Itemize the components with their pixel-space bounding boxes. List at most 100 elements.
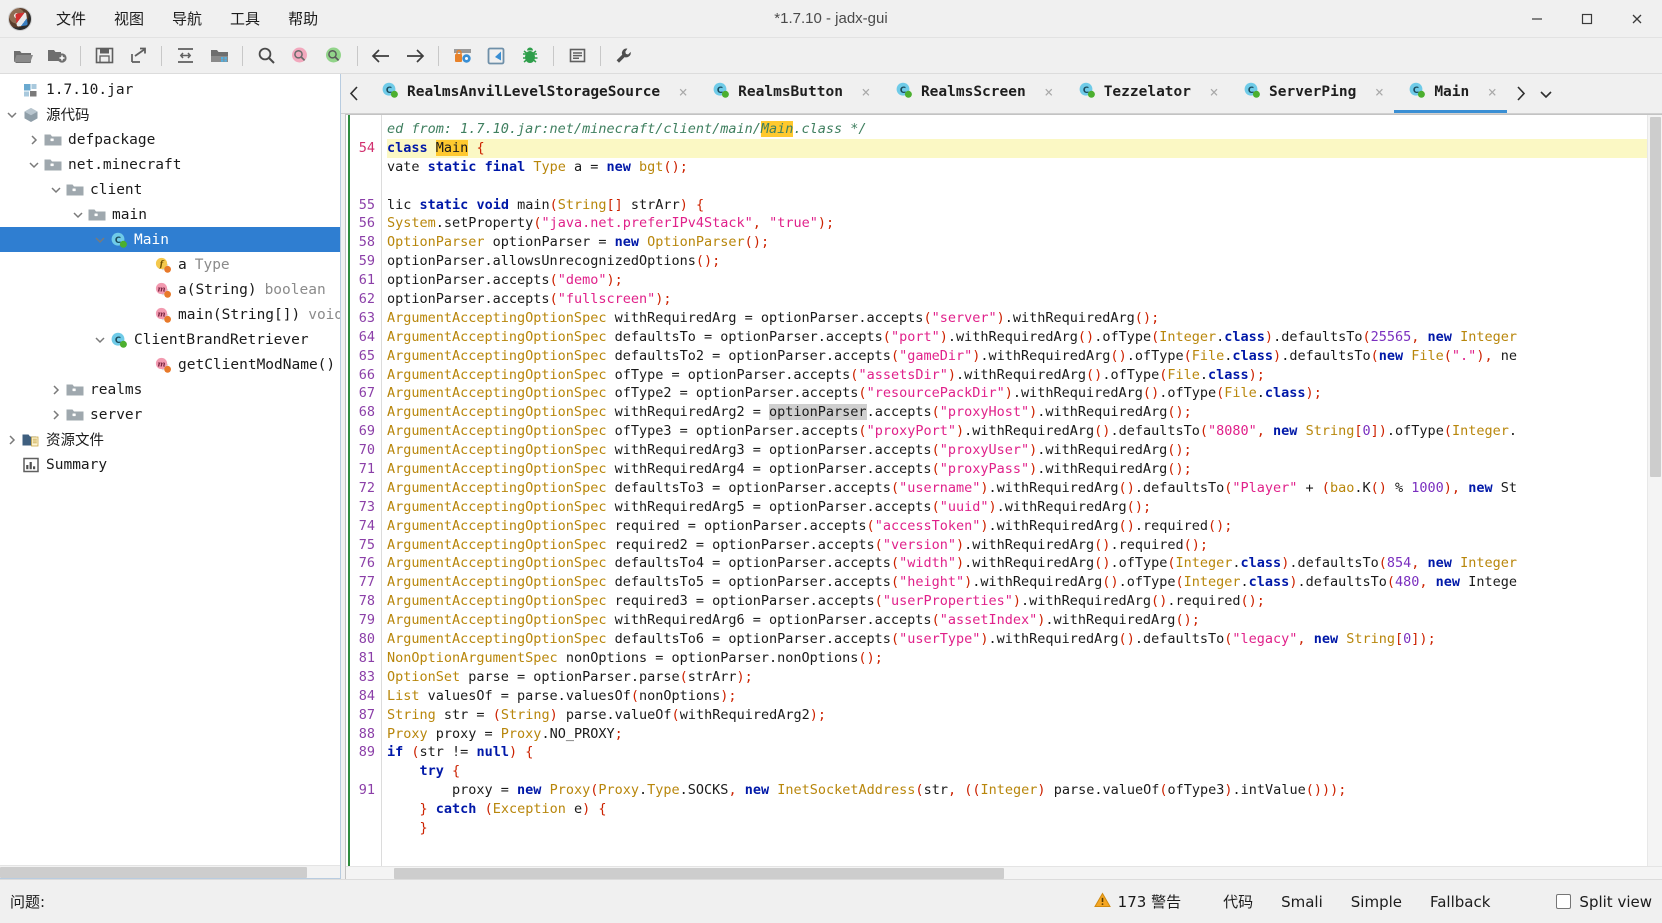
code-line: optionParser.allowsUnrecognizedOptions()… xyxy=(387,253,721,270)
tree-node-net-minecraft[interactable]: net.minecraft xyxy=(0,152,340,177)
tree-node-getclientmodname-[interactable]: mgetClientModName()Str xyxy=(0,352,340,377)
code-line: optionParser.accepts("demo"); xyxy=(387,272,623,289)
code-line: ArgumentAcceptingOptionSpec defaultsTo5 … xyxy=(387,574,1517,591)
split-view-checkbox[interactable] xyxy=(1556,894,1572,909)
tree-node-clientbrandretriever[interactable]: C ClientBrandRetriever xyxy=(0,327,340,352)
close-tab-icon[interactable]: × xyxy=(857,83,875,101)
editor-tab-label: ServerPing xyxy=(1269,84,1357,100)
chevron-down-icon[interactable] xyxy=(26,159,42,171)
tabs-scroll-right-button[interactable] xyxy=(1507,74,1533,113)
warnings-status[interactable]: 173 警告 xyxy=(1093,891,1181,912)
view-mode-代码[interactable]: 代码 xyxy=(1209,887,1267,916)
open-folder-icon[interactable] xyxy=(8,42,38,70)
tree-node-client[interactable]: client xyxy=(0,177,340,202)
sync-icon[interactable] xyxy=(170,42,200,70)
code-vertical-scrollbar[interactable] xyxy=(1647,115,1662,866)
tree-node-type: void xyxy=(308,306,340,323)
log-icon[interactable] xyxy=(562,42,592,70)
code-horizontal-scrollbar[interactable] xyxy=(346,866,1662,879)
back-arrow-icon[interactable] xyxy=(366,42,396,70)
tree-node-label: 1.7.10.jar xyxy=(46,81,134,98)
source-code[interactable]: ed from: 1.7.10.jar:net/minecraft/client… xyxy=(348,115,1662,866)
toolbar-separator xyxy=(553,45,554,66)
chevron-down-icon[interactable] xyxy=(92,234,108,246)
debugger-icon[interactable] xyxy=(515,42,545,70)
search-icon[interactable] xyxy=(251,42,281,70)
tree-node-main[interactable]: C Main xyxy=(0,227,340,252)
chevron-down-icon[interactable] xyxy=(92,334,108,346)
menu-help[interactable]: 帮助 xyxy=(276,4,330,33)
export-icon[interactable] xyxy=(123,42,153,70)
menu-view[interactable]: 视图 xyxy=(102,4,156,33)
sidebar-horizontal-scrollbar[interactable] xyxy=(0,865,340,878)
tree-node-label: a(String) xyxy=(178,281,257,298)
tree-node-summary[interactable]: Summary xyxy=(0,452,340,477)
tree-node-defpackage[interactable]: defpackage xyxy=(0,127,340,152)
close-button[interactable] xyxy=(1612,0,1662,37)
scrollbar-thumb[interactable] xyxy=(394,868,1004,879)
tree-node-label: Main xyxy=(134,231,169,248)
scrollbar-thumb[interactable] xyxy=(1650,117,1661,477)
chevron-down-icon[interactable] xyxy=(70,209,86,221)
tabs-dropdown-button[interactable] xyxy=(1533,74,1559,113)
menu-tools[interactable]: 工具 xyxy=(218,4,272,33)
view-mode-smali[interactable]: Smali xyxy=(1267,889,1337,915)
chevron-right-icon[interactable] xyxy=(4,434,20,446)
tree-node-realms[interactable]: realms xyxy=(0,377,340,402)
view-mode-fallback[interactable]: Fallback xyxy=(1416,889,1504,915)
project-tree[interactable]: 1.7.10.jar 源代码 defpackage net.minecraft clie… xyxy=(0,74,340,865)
method-icon: m xyxy=(152,281,174,299)
view-mode-simple[interactable]: Simple xyxy=(1337,889,1416,915)
close-tab-icon[interactable]: × xyxy=(1040,83,1058,101)
deobfuscation-icon[interactable] xyxy=(447,42,477,70)
scrollbar-thumb[interactable] xyxy=(0,867,307,878)
tree-node-1-7-10-jar[interactable]: 1.7.10.jar xyxy=(0,77,340,102)
code-viewer: 54 55 56 58 59 61 62 63 64 65 66 67 68 69 70 71 72 73 74 75… xyxy=(345,114,1662,879)
menu-bar: 文件 视图 导航 工具 帮助 xyxy=(42,0,332,37)
tabs-scroll-left-button[interactable] xyxy=(341,74,367,113)
flat-packages-icon[interactable] xyxy=(204,42,234,70)
close-tab-icon[interactable]: × xyxy=(1370,83,1388,101)
close-tab-icon[interactable]: × xyxy=(1483,83,1501,101)
save-icon[interactable] xyxy=(89,42,119,70)
minimize-button[interactable] xyxy=(1512,0,1562,37)
preferences-wrench-icon[interactable] xyxy=(609,42,639,70)
chevron-down-icon[interactable] xyxy=(48,184,64,196)
editor-tab-tezzelator[interactable]: C Tezzelator × xyxy=(1064,74,1229,113)
tree-node--[interactable]: 资源文件 xyxy=(0,427,340,452)
tree-node-main-string-[interactable]: m main(String[]) void xyxy=(0,302,340,327)
search-method-icon[interactable] xyxy=(319,42,349,70)
class-icon: C xyxy=(895,81,913,103)
editor-tab-realmsbutton[interactable]: C RealmsButton × xyxy=(698,74,881,113)
svg-text:m: m xyxy=(157,309,165,318)
tree-node--[interactable]: 源代码 xyxy=(0,102,340,127)
tree-node-main[interactable]: main xyxy=(0,202,340,227)
code-line: lic static void main(String[] strArr) { xyxy=(387,196,705,213)
menu-navigation[interactable]: 导航 xyxy=(160,4,214,33)
tree-node-server[interactable]: server xyxy=(0,402,340,427)
menu-file[interactable]: 文件 xyxy=(44,4,98,33)
chevron-down-icon[interactable] xyxy=(4,109,20,121)
tree-node-label: net.minecraft xyxy=(68,156,182,173)
package-icon xyxy=(64,382,86,398)
close-tab-icon[interactable]: × xyxy=(1205,83,1223,101)
editor-tab-serverping[interactable]: C ServerPing × xyxy=(1229,74,1394,113)
tree-node-label: main xyxy=(112,206,147,223)
code-line: Proxy proxy = Proxy.NO_PROXY; xyxy=(387,725,623,742)
tree-node-a[interactable]: f a Type xyxy=(0,252,340,277)
maximize-button[interactable] xyxy=(1562,0,1612,37)
tree-node-label: 资源文件 xyxy=(46,433,104,449)
quark-icon[interactable] xyxy=(481,42,511,70)
tree-node-a-string-[interactable]: m a(String) boolean xyxy=(0,277,340,302)
chevron-right-icon[interactable] xyxy=(48,384,64,396)
chevron-right-icon[interactable] xyxy=(48,409,64,421)
editor-tab-realmsanvillevelstoragesource[interactable]: C RealmsAnvilLevelStorageSource × xyxy=(367,74,698,113)
split-view-toggle[interactable]: Split view xyxy=(1556,893,1652,911)
close-tab-icon[interactable]: × xyxy=(674,83,692,101)
forward-arrow-icon[interactable] xyxy=(400,42,430,70)
search-class-icon[interactable] xyxy=(285,42,315,70)
add-files-icon[interactable] xyxy=(42,42,72,70)
editor-tab-main[interactable]: C Main × xyxy=(1394,74,1508,113)
chevron-right-icon[interactable] xyxy=(26,134,42,146)
editor-tab-realmsscreen[interactable]: C RealmsScreen × xyxy=(881,74,1064,113)
